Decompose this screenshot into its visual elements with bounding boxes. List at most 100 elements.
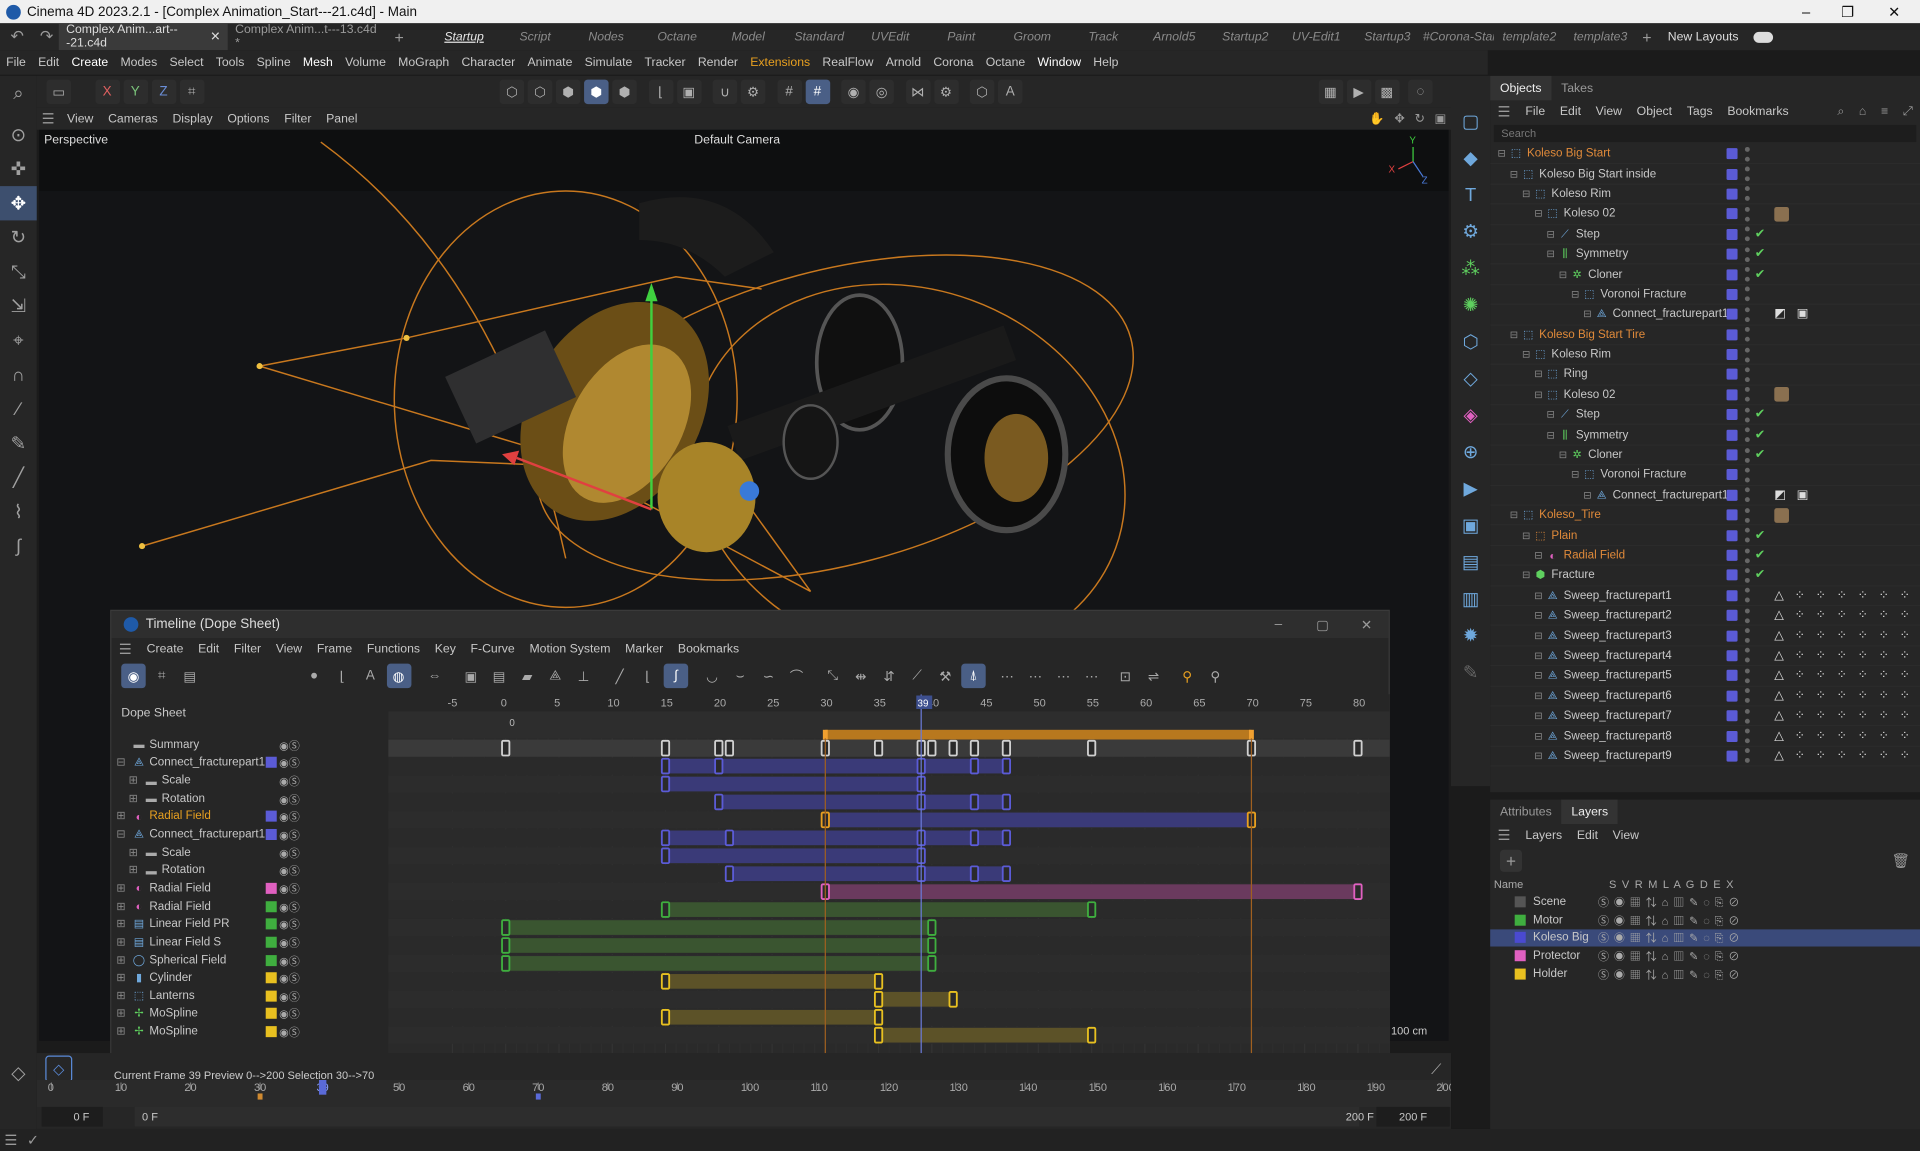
text-spline-icon[interactable]: T — [1451, 176, 1490, 213]
viewport-menu-cameras[interactable]: Cameras — [101, 112, 165, 125]
track-visibility-icon[interactable]: ◉Ⓢ — [279, 773, 300, 789]
object-row[interactable]: ⊟ ⬚ Koleso Rim — [1490, 345, 1920, 366]
expand-toggle-icon[interactable]: ⊟ — [1498, 148, 1509, 159]
brush-tool-icon[interactable]: ╱ — [0, 460, 37, 494]
key-span-bar[interactable] — [505, 956, 932, 971]
visibility-dots-icon[interactable] — [1744, 748, 1750, 764]
track-visibility-icon[interactable]: ◉Ⓢ — [279, 755, 300, 771]
tag-icons[interactable]: ◩ ▣ — [1774, 308, 1812, 321]
preview-range-end-handle[interactable] — [1248, 729, 1254, 740]
track-color-swatch[interactable] — [265, 757, 277, 769]
visibility-dots-icon[interactable] — [1744, 728, 1750, 744]
expand-toggle-icon[interactable]: ⊟ — [1583, 309, 1594, 320]
track-expand-icon[interactable]: ⊞ — [116, 953, 128, 966]
uv-mode-icon[interactable]: ⬢ — [612, 79, 637, 105]
expand-toggle-icon[interactable]: ⊟ — [1534, 550, 1545, 561]
object-row[interactable]: ⊟ ✲ Cloner ✔ — [1490, 265, 1920, 285]
new-window-icon[interactable]: ⤢ — [1896, 105, 1920, 118]
polygons-mode-icon[interactable]: ⬢ — [555, 79, 581, 105]
ease-both-icon[interactable]: ⌒ — [784, 664, 808, 688]
tag-icons[interactable]: △ ⁘ ⁘ ⁘ ⁘ ⁘ ⁘ — [1774, 669, 1913, 682]
paint-tool-icon[interactable]: ✎ — [0, 426, 37, 460]
keyframe-marker[interactable] — [714, 739, 724, 757]
track-expand-icon[interactable]: ⊞ — [116, 935, 128, 948]
keys-icon[interactable]: ⟁ — [543, 664, 567, 688]
layout-toggle[interactable] — [1753, 31, 1773, 43]
tab-objects[interactable]: Objects — [1490, 75, 1552, 101]
mirror-settings-icon[interactable]: ⚙ — [933, 79, 959, 105]
object-row[interactable]: ⊟ ⟁ Sweep_fracturepart3 △ ⁘ ⁘ ⁘ ⁘ ⁘ ⁘ — [1490, 626, 1920, 647]
keyframe-marker[interactable] — [714, 793, 724, 811]
expand-toggle-icon[interactable]: ⊟ — [1547, 429, 1558, 440]
user-filter-icon[interactable]: ◍ — [386, 663, 411, 689]
menu-simulate[interactable]: Simulate — [579, 56, 639, 69]
keyframe-marker[interactable] — [660, 973, 671, 990]
visibility-dots-icon[interactable] — [1744, 487, 1750, 503]
track-expand-icon[interactable]: ⊞ — [116, 917, 128, 930]
timeline-track-row[interactable]: ⊞ ▬ Scale ◉Ⓢ — [111, 772, 388, 790]
grid-snap-icon[interactable]: # — [805, 79, 830, 105]
object-row[interactable]: ⊟ ⬚ Voronoi Fracture — [1490, 466, 1920, 486]
keyframe-marker[interactable] — [948, 991, 958, 1008]
effector-icon[interactable]: ✺ — [1451, 287, 1490, 324]
keyframe-marker[interactable] — [927, 955, 937, 972]
track-expand-icon[interactable]: ⊟ — [116, 756, 128, 769]
layer-color-swatch[interactable] — [1726, 409, 1738, 421]
keyframe-marker[interactable] — [1001, 739, 1012, 757]
lock-icon[interactable]: A — [997, 79, 1023, 105]
expand-toggle-icon[interactable]: ⊟ — [1547, 249, 1558, 260]
expand-toggle-icon[interactable]: ⊟ — [1534, 369, 1545, 380]
layer-flag-icons[interactable]: Ⓢ◉▦⇅⌂▥✎◌⎘⊘ — [1598, 894, 1744, 910]
visibility-dots-icon[interactable] — [1744, 467, 1750, 483]
keyframe-marker[interactable] — [1087, 739, 1097, 757]
track-visibility-icon[interactable]: ◉Ⓢ — [279, 988, 300, 1004]
sculpt-tool-icon[interactable]: ⌇ — [0, 495, 37, 529]
timeline-track-row[interactable]: ⊞ ▬ Scale ◉Ⓢ — [111, 843, 388, 861]
layout-tab[interactable]: Script — [500, 30, 571, 43]
object-row[interactable]: ⊟ ⬚ Plain ✔ — [1490, 526, 1920, 546]
menu-realflow[interactable]: RealFlow — [816, 56, 879, 69]
layer-color-swatch[interactable] — [1726, 188, 1738, 200]
layer-color-swatch[interactable] — [1726, 670, 1738, 682]
key-span-bar[interactable] — [665, 902, 1092, 917]
scale-time-icon[interactable]: ⇹ — [849, 664, 873, 688]
viewport-rotate-icon[interactable]: ↻ — [1410, 112, 1430, 125]
layout-tab[interactable]: Startup — [429, 30, 500, 43]
viewport-menu-display[interactable]: Display — [165, 112, 220, 125]
track-expand-icon[interactable]: ⊞ — [116, 989, 128, 1002]
render-settings-icon[interactable]: ▩ — [1374, 79, 1399, 105]
redo-icon[interactable]: ↷ — [34, 27, 58, 47]
layout-tab[interactable]: UVEdit — [855, 30, 926, 43]
expand-toggle-icon[interactable]: ⊟ — [1534, 670, 1545, 681]
dope-sheet-svg[interactable]: -505101520253035404550556065707580859003… — [388, 694, 1390, 1067]
object-row[interactable]: ⊟ ⬚ Koleso Rim — [1490, 185, 1920, 205]
scale-tool-icon[interactable]: ⤡ — [0, 255, 37, 289]
keyframe-marker[interactable] — [873, 739, 884, 757]
keyframe-mode-icon[interactable]: ◇ — [0, 1056, 37, 1090]
objects-hamburger-icon[interactable]: ☰ — [1490, 103, 1518, 120]
keyframe-marker[interactable] — [873, 1026, 884, 1044]
environment-icon[interactable]: ✹ — [1451, 617, 1490, 654]
layout-tab[interactable]: #Corona-Standard — [1423, 30, 1494, 43]
field-icon[interactable]: ◇ — [1451, 360, 1490, 397]
object-row[interactable]: ⊟ ⟋ Step ✔ — [1490, 405, 1920, 426]
motion-mode-icon[interactable]: ▤ — [178, 664, 202, 688]
menu-create[interactable]: Create — [65, 56, 114, 69]
object-row[interactable]: ⊟ ⬚ Koleso Big Start Tire — [1490, 325, 1920, 346]
visibility-dots-icon[interactable] — [1744, 166, 1750, 182]
layer-color-swatch[interactable] — [1726, 690, 1738, 702]
visibility-dots-icon[interactable] — [1744, 628, 1750, 643]
max-frame-field[interactable]: 200 F — [1376, 1106, 1450, 1127]
key-copy-icon[interactable]: ⋯ — [995, 664, 1019, 688]
expand-toggle-icon[interactable]: ⊟ — [1510, 329, 1521, 340]
layer-color-swatch[interactable] — [1726, 268, 1738, 280]
track-lane[interactable] — [388, 972, 1390, 990]
timeline-track-row[interactable]: ⊟ ⟁ Connect_fracturepart1 ◉Ⓢ — [111, 754, 388, 772]
expand-toggle-icon[interactable]: ⊟ — [1583, 490, 1594, 501]
expand-toggle-icon[interactable]: ⊟ — [1522, 349, 1533, 360]
keyframe-marker[interactable] — [927, 739, 937, 757]
keyframe-marker[interactable] — [660, 757, 671, 775]
z-axis-lock-button[interactable]: Z — [151, 79, 176, 105]
track-expand-icon[interactable]: ⊞ — [129, 864, 141, 877]
expand-toggle-icon[interactable]: ⊟ — [1571, 470, 1582, 481]
